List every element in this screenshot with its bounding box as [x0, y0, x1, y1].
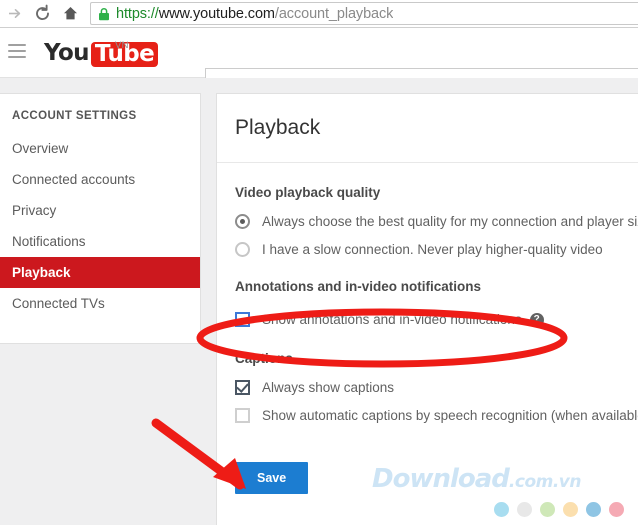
sidebar-item-overview[interactable]: Overview: [0, 133, 200, 164]
url-host: www.youtube.com: [158, 5, 275, 22]
forward-arrow-icon[interactable]: [0, 0, 28, 27]
sidebar-item-connected-tvs[interactable]: Connected TVs: [0, 288, 200, 319]
always-show-captions-checkbox[interactable]: [235, 380, 250, 395]
radio-best-quality-icon[interactable]: [235, 214, 250, 229]
show-annotations-label: Show annotations and in-video notificati…: [262, 312, 522, 327]
section-captions: Captions Always show captions Show autom…: [217, 351, 638, 423]
sidebar-item-notifications[interactable]: Notifications: [0, 226, 200, 257]
reload-icon[interactable]: [28, 0, 56, 27]
page-body: ACCOUNT SETTINGS Overview Connected acco…: [0, 78, 638, 525]
logo-you-text: You: [44, 40, 90, 66]
automatic-captions-checkbox[interactable]: [235, 408, 250, 423]
section-video-playback-quality: Video playback quality Always choose the…: [217, 185, 638, 257]
sidebar-item-connected-accounts[interactable]: Connected accounts: [0, 164, 200, 195]
playback-settings-panel: Playback Video playback quality Always c…: [216, 93, 638, 525]
youtube-logo[interactable]: You Tube: [44, 40, 159, 67]
show-annotations-checkbox[interactable]: [235, 312, 250, 327]
address-bar[interactable]: https://www.youtube.com/account_playback: [90, 2, 638, 25]
save-button[interactable]: Save: [235, 462, 309, 494]
url-path: /account_playback: [274, 5, 394, 22]
home-icon[interactable]: [56, 0, 84, 27]
always-show-captions-row[interactable]: Always show captions: [235, 380, 638, 395]
section-heading-quality: Video playback quality: [235, 185, 381, 200]
radio-slow-connection-icon[interactable]: [235, 242, 250, 257]
url-scheme: https://: [116, 5, 159, 22]
radio-row-slow-connection[interactable]: I have a slow connection. Never play hig…: [235, 242, 638, 257]
automatic-captions-label: Show automatic captions by speech recogn…: [262, 408, 638, 423]
show-annotations-checkbox-row[interactable]: Show annotations and in-video notificati…: [235, 312, 638, 327]
always-show-captions-label: Always show captions: [262, 380, 395, 395]
radio-row-best-quality[interactable]: Always choose the best quality for my co…: [235, 214, 638, 229]
country-code-label: VN: [115, 40, 129, 51]
radio-slow-connection-label: I have a slow connection. Never play hig…: [262, 242, 603, 257]
section-heading-captions: Captions: [235, 351, 293, 366]
browser-window: https://www.youtube.com/account_playback…: [0, 0, 638, 525]
youtube-masthead: You Tube VN: [0, 28, 638, 93]
hamburger-menu-icon[interactable]: [8, 44, 26, 58]
automatic-captions-row[interactable]: Show automatic captions by speech recogn…: [235, 408, 638, 423]
sidebar-item-playback[interactable]: Playback: [0, 257, 200, 288]
browser-toolbar: https://www.youtube.com/account_playback: [0, 0, 638, 28]
page-title: Playback: [217, 94, 638, 163]
url-text: https://www.youtube.com/account_playback: [116, 6, 393, 22]
https-lock-icon: [99, 7, 109, 20]
radio-best-quality-label: Always choose the best quality for my co…: [262, 214, 638, 229]
sidebar-heading: ACCOUNT SETTINGS: [12, 110, 137, 122]
section-annotations: Annotations and in-video notifications S…: [217, 279, 638, 327]
account-settings-sidebar: ACCOUNT SETTINGS Overview Connected acco…: [0, 93, 201, 344]
help-icon[interactable]: ?: [529, 312, 544, 327]
sidebar-item-privacy[interactable]: Privacy: [0, 195, 200, 226]
section-heading-annotations: Annotations and in-video notifications: [235, 279, 481, 294]
